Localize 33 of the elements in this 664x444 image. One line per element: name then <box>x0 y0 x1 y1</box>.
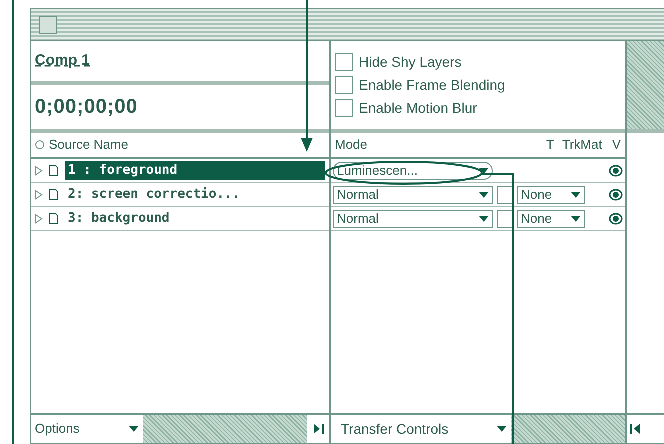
layer-name[interactable]: 1 : foreground <box>65 160 325 180</box>
time-display[interactable]: 0;00;00;00 <box>35 92 138 122</box>
mode-dropdown[interactable]: Luminescen... <box>333 162 493 180</box>
column-header: V <box>612 136 621 154</box>
checkbox[interactable] <box>335 99 353 117</box>
document-icon <box>49 188 59 200</box>
checkbox[interactable] <box>497 186 513 204</box>
layer-name[interactable]: 3: background <box>65 208 173 228</box>
trkmat-dropdown[interactable]: None <box>517 186 585 204</box>
triangle-icon[interactable] <box>35 214 43 224</box>
document-icon <box>49 212 59 224</box>
circle-icon <box>35 140 45 150</box>
triangle-icon[interactable] <box>35 190 43 200</box>
comp-name: Comp 1 <box>35 50 90 71</box>
trkmat-dropdown[interactable]: None <box>517 210 585 228</box>
checkbox[interactable] <box>335 53 353 71</box>
eye-icon[interactable] <box>609 164 623 176</box>
column-header: Mode <box>335 136 369 154</box>
eye-icon[interactable] <box>609 212 623 224</box>
checkbox-label: Enable Frame Blending <box>359 76 506 95</box>
eye-icon[interactable] <box>609 188 623 200</box>
layer-name[interactable]: 2: screen correctio... <box>65 184 244 204</box>
column-header: T <box>546 136 554 154</box>
checkbox[interactable] <box>335 76 353 94</box>
checkbox-label: Enable Motion Blur <box>359 98 478 118</box>
checkbox-label: Hide Shy Layers <box>359 52 462 72</box>
mode-dropdown[interactable]: Normal <box>333 210 493 228</box>
column-header: TrkMat <box>562 136 602 154</box>
mode-dropdown[interactable]: Normal <box>333 186 493 204</box>
document-icon <box>49 164 59 176</box>
checkbox[interactable] <box>497 210 513 228</box>
column-header: Source Name <box>49 136 128 154</box>
triangle-icon[interactable] <box>35 166 43 176</box>
